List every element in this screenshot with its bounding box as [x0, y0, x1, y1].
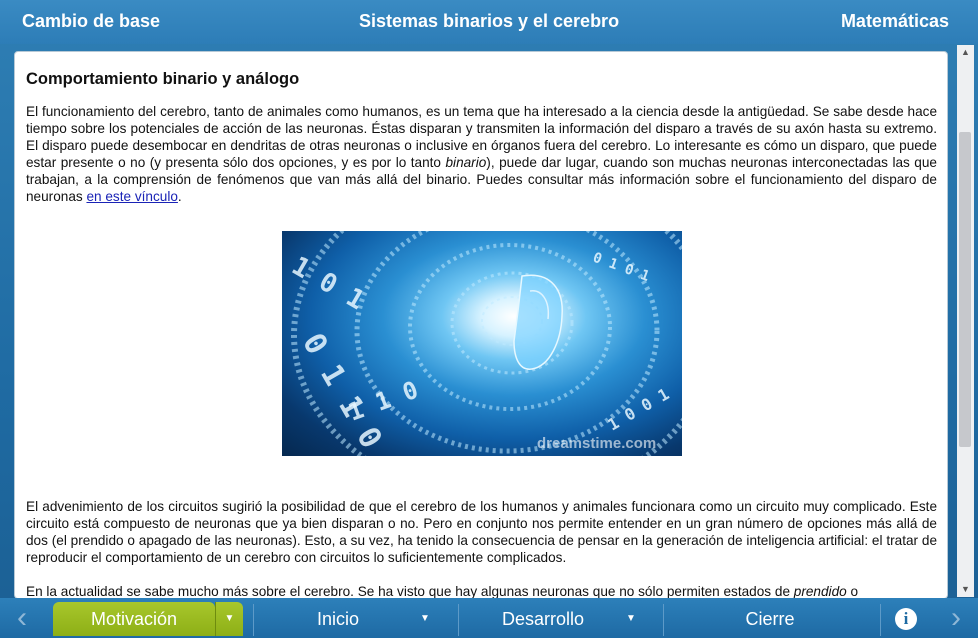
- motivacion-dropdown-caret-icon[interactable]: ▼: [215, 602, 243, 636]
- paragraph-3: En la actualidad se sabe mucho más sobre…: [26, 583, 937, 599]
- info-icon[interactable]: i: [895, 608, 917, 630]
- vertical-scrollbar[interactable]: ▲ ▼: [957, 45, 974, 597]
- subject-title: Matemáticas: [840, 11, 949, 31]
- paragraph-1: El funcionamiento del cerebro, tanto de …: [26, 103, 937, 205]
- tab-desarrollo[interactable]: Desarrollo: [468, 602, 618, 636]
- binary-tunnel-illustration: 1 0 1 0 1 1 0 1 1 0 0 1 0 1 1 0 0 1 drea…: [286, 231, 682, 456]
- nav-divider: [880, 604, 881, 636]
- app-header: Cambio de base Sistemas binarios y el ce…: [0, 0, 978, 44]
- article: Comportamiento binario y análogo El func…: [26, 69, 937, 599]
- paragraph-3-text-b: o: [846, 584, 859, 599]
- neuron-info-link[interactable]: en este vínculo: [86, 189, 177, 204]
- tab-inicio[interactable]: Inicio: [268, 602, 408, 636]
- inicio-dropdown-caret-icon[interactable]: ▼: [414, 602, 436, 636]
- prendido-emphasis: prendido: [793, 584, 847, 599]
- binary-brain-image: 1 0 1 0 1 1 0 1 1 0 0 1 0 1 1 0 0 1 drea…: [281, 231, 682, 456]
- scrollbar-thumb[interactable]: [959, 132, 971, 447]
- nav-divider: [458, 604, 459, 636]
- chevron-left-icon[interactable]: ‹: [0, 598, 44, 638]
- section-heading: Comportamiento binario y análogo: [26, 70, 300, 88]
- content-panel: Comportamiento binario y análogo El func…: [14, 51, 948, 599]
- desarrollo-dropdown-caret-icon[interactable]: ▼: [620, 602, 642, 636]
- nav-divider: [253, 604, 254, 636]
- paragraph-1-end: .: [177, 189, 182, 204]
- svg-text:1 0 1: 1 0 1: [286, 251, 369, 316]
- tab-motivacion[interactable]: Motivación: [53, 602, 215, 636]
- chevron-right-icon[interactable]: ›: [934, 598, 978, 638]
- tab-cierre[interactable]: Cierre: [700, 602, 840, 636]
- bottom-navigation: ‹ Motivación ▼ Inicio ▼ Desarrollo ▼ Cie…: [0, 598, 978, 638]
- scroll-up-arrow-icon[interactable]: ▲: [957, 45, 974, 60]
- page-title: Sistemas binarios y el cerebro: [358, 11, 620, 31]
- paragraph-2: El advenimiento de los circuitos sugirió…: [26, 499, 937, 565]
- image-watermark: dreamstime.com: [537, 435, 656, 452]
- binary-emphasis: binario: [445, 155, 487, 170]
- nav-divider: [663, 604, 664, 636]
- scroll-down-arrow-icon[interactable]: ▼: [957, 582, 974, 597]
- paragraph-3-text-a: En la actualidad se sabe mucho más sobre…: [26, 584, 794, 599]
